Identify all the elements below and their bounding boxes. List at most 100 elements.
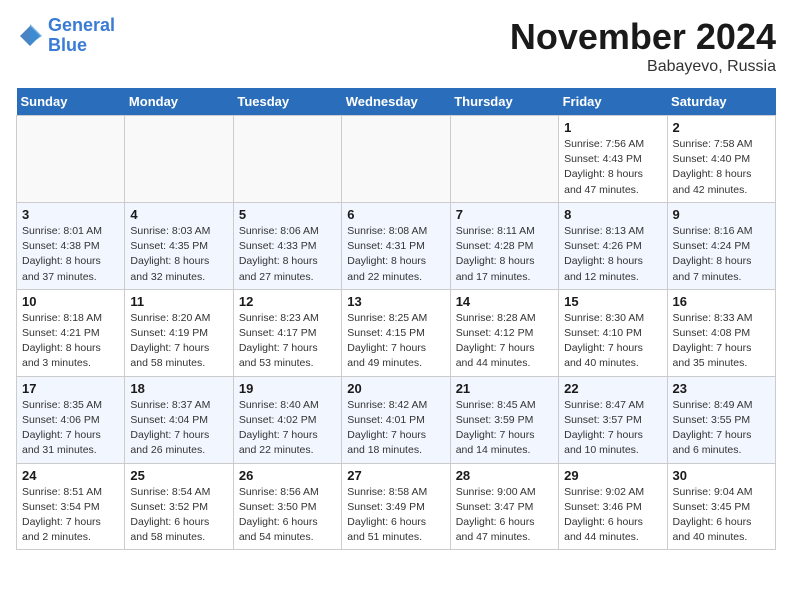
day-info: Sunrise: 8:08 AMSunset: 4:31 PMDaylight:… bbox=[347, 224, 444, 285]
calendar-table: SundayMondayTuesdayWednesdayThursdayFrid… bbox=[16, 88, 776, 550]
day-info: Sunrise: 8:42 AMSunset: 4:01 PMDaylight:… bbox=[347, 398, 444, 459]
day-number: 4 bbox=[130, 207, 227, 222]
day-number: 17 bbox=[22, 381, 119, 396]
calendar-cell: 29Sunrise: 9:02 AMSunset: 3:46 PMDayligh… bbox=[559, 463, 667, 550]
calendar-cell: 9 Sunrise: 8:16 AMSunset: 4:24 PMDaylight… bbox=[667, 202, 775, 289]
calendar-cell: 22Sunrise: 8:47 AMSunset: 3:57 PMDayligh… bbox=[559, 376, 667, 463]
day-number: 27 bbox=[347, 468, 444, 483]
day-info: Sunrise: 8:45 AMSunset: 3:59 PMDaylight:… bbox=[456, 398, 553, 459]
day-info: Sunrise: 8:28 AMSunset: 4:12 PMDaylight:… bbox=[456, 311, 553, 372]
calendar-cell bbox=[17, 116, 125, 203]
day-number: 5 bbox=[239, 207, 336, 222]
logo-text: General Blue bbox=[48, 16, 115, 56]
day-info: Sunrise: 8:25 AMSunset: 4:15 PMDaylight:… bbox=[347, 311, 444, 372]
calendar-cell: 8 Sunrise: 8:13 AMSunset: 4:26 PMDaylight… bbox=[559, 202, 667, 289]
calendar-cell: 24Sunrise: 8:51 AMSunset: 3:54 PMDayligh… bbox=[17, 463, 125, 550]
day-info: Sunrise: 9:00 AMSunset: 3:47 PMDaylight:… bbox=[456, 485, 553, 546]
week-row-2: 3Sunrise: 8:01 AMSunset: 4:38 PMDaylight… bbox=[17, 202, 776, 289]
weekday-header-friday: Friday bbox=[559, 88, 667, 116]
day-info: Sunrise: 9:04 AMSunset: 3:45 PMDaylight:… bbox=[673, 485, 770, 546]
calendar-cell: 15Sunrise: 8:30 AMSunset: 4:10 PMDayligh… bbox=[559, 289, 667, 376]
calendar-cell: 20 Sunrise: 8:42 AMSunset: 4:01 PMDayligh… bbox=[342, 376, 450, 463]
day-number: 12 bbox=[239, 294, 336, 309]
calendar-cell: 14 Sunrise: 8:28 AMSunset: 4:12 PMDayligh… bbox=[450, 289, 558, 376]
day-info: Sunrise: 7:58 AMSunset: 4:40 PMDaylight:… bbox=[673, 137, 770, 198]
calendar-cell: 2 Sunrise: 7:58 AMSunset: 4:40 PMDaylight… bbox=[667, 116, 775, 203]
calendar-cell: 16Sunrise: 8:33 AMSunset: 4:08 PMDayligh… bbox=[667, 289, 775, 376]
day-info: Sunrise: 8:40 AMSunset: 4:02 PMDaylight:… bbox=[239, 398, 336, 459]
page-header: General Blue November 2024 Babayevo, Rus… bbox=[16, 16, 776, 76]
day-info: Sunrise: 8:56 AMSunset: 3:50 PMDaylight:… bbox=[239, 485, 336, 546]
calendar-body: 1 Sunrise: 7:56 AMSunset: 4:43 PMDaylight… bbox=[17, 116, 776, 550]
calendar-cell: 1 Sunrise: 7:56 AMSunset: 4:43 PMDaylight… bbox=[559, 116, 667, 203]
day-number: 9 bbox=[673, 207, 770, 222]
day-info: Sunrise: 8:06 AMSunset: 4:33 PMDaylight:… bbox=[239, 224, 336, 285]
calendar-cell: 5 Sunrise: 8:06 AMSunset: 4:33 PMDaylight… bbox=[233, 202, 341, 289]
week-row-4: 17Sunrise: 8:35 AMSunset: 4:06 PMDayligh… bbox=[17, 376, 776, 463]
day-number: 6 bbox=[347, 207, 444, 222]
month-title: November 2024 bbox=[510, 16, 776, 58]
day-number: 11 bbox=[130, 294, 227, 309]
day-number: 7 bbox=[456, 207, 553, 222]
day-info: Sunrise: 8:01 AMSunset: 4:38 PMDaylight:… bbox=[22, 224, 119, 285]
day-info: Sunrise: 8:58 AMSunset: 3:49 PMDaylight:… bbox=[347, 485, 444, 546]
day-number: 18 bbox=[130, 381, 227, 396]
calendar-cell: 18Sunrise: 8:37 AMSunset: 4:04 PMDayligh… bbox=[125, 376, 233, 463]
day-number: 8 bbox=[564, 207, 661, 222]
calendar-cell: 25Sunrise: 8:54 AMSunset: 3:52 PMDayligh… bbox=[125, 463, 233, 550]
calendar-cell: 3Sunrise: 8:01 AMSunset: 4:38 PMDaylight… bbox=[17, 202, 125, 289]
week-row-1: 1 Sunrise: 7:56 AMSunset: 4:43 PMDaylight… bbox=[17, 116, 776, 203]
weekday-row: SundayMondayTuesdayWednesdayThursdayFrid… bbox=[17, 88, 776, 116]
calendar-cell bbox=[125, 116, 233, 203]
day-info: Sunrise: 8:16 AMSunset: 4:24 PMDaylight:… bbox=[673, 224, 770, 285]
calendar-cell: 13 Sunrise: 8:25 AMSunset: 4:15 PMDayligh… bbox=[342, 289, 450, 376]
day-number: 2 bbox=[673, 120, 770, 135]
day-info: Sunrise: 8:03 AMSunset: 4:35 PMDaylight:… bbox=[130, 224, 227, 285]
day-info: Sunrise: 8:18 AMSunset: 4:21 PMDaylight:… bbox=[22, 311, 119, 372]
weekday-header-monday: Monday bbox=[125, 88, 233, 116]
logo-icon bbox=[16, 22, 44, 50]
day-number: 15 bbox=[564, 294, 661, 309]
calendar-cell: 12 Sunrise: 8:23 AMSunset: 4:17 PMDayligh… bbox=[233, 289, 341, 376]
day-number: 20 bbox=[347, 381, 444, 396]
calendar-cell: 30 Sunrise: 9:04 AMSunset: 3:45 PMDayligh… bbox=[667, 463, 775, 550]
day-number: 29 bbox=[564, 468, 661, 483]
day-info: Sunrise: 8:54 AMSunset: 3:52 PMDaylight:… bbox=[130, 485, 227, 546]
calendar-cell: 10Sunrise: 8:18 AMSunset: 4:21 PMDayligh… bbox=[17, 289, 125, 376]
location: Babayevo, Russia bbox=[510, 58, 776, 76]
day-number: 19 bbox=[239, 381, 336, 396]
calendar-cell: 21 Sunrise: 8:45 AMSunset: 3:59 PMDayligh… bbox=[450, 376, 558, 463]
calendar-cell: 28 Sunrise: 9:00 AMSunset: 3:47 PMDayligh… bbox=[450, 463, 558, 550]
day-info: Sunrise: 8:49 AMSunset: 3:55 PMDaylight:… bbox=[673, 398, 770, 459]
calendar-cell: 11Sunrise: 8:20 AMSunset: 4:19 PMDayligh… bbox=[125, 289, 233, 376]
calendar-cell: 4 Sunrise: 8:03 AMSunset: 4:35 PMDaylight… bbox=[125, 202, 233, 289]
title-block: November 2024 Babayevo, Russia bbox=[510, 16, 776, 76]
weekday-header-tuesday: Tuesday bbox=[233, 88, 341, 116]
calendar-cell bbox=[450, 116, 558, 203]
weekday-header-thursday: Thursday bbox=[450, 88, 558, 116]
day-number: 28 bbox=[456, 468, 553, 483]
weekday-header-wednesday: Wednesday bbox=[342, 88, 450, 116]
calendar-cell: 17Sunrise: 8:35 AMSunset: 4:06 PMDayligh… bbox=[17, 376, 125, 463]
day-number: 13 bbox=[347, 294, 444, 309]
day-number: 21 bbox=[456, 381, 553, 396]
calendar-cell: 27 Sunrise: 8:58 AMSunset: 3:49 PMDayligh… bbox=[342, 463, 450, 550]
day-info: Sunrise: 8:11 AMSunset: 4:28 PMDaylight:… bbox=[456, 224, 553, 285]
day-number: 30 bbox=[673, 468, 770, 483]
day-info: Sunrise: 8:13 AMSunset: 4:26 PMDaylight:… bbox=[564, 224, 661, 285]
day-number: 24 bbox=[22, 468, 119, 483]
calendar-cell bbox=[342, 116, 450, 203]
day-info: Sunrise: 7:56 AMSunset: 4:43 PMDaylight:… bbox=[564, 137, 661, 198]
day-info: Sunrise: 8:33 AMSunset: 4:08 PMDaylight:… bbox=[673, 311, 770, 372]
day-number: 23 bbox=[673, 381, 770, 396]
weekday-header-sunday: Sunday bbox=[17, 88, 125, 116]
day-number: 14 bbox=[456, 294, 553, 309]
day-info: Sunrise: 8:23 AMSunset: 4:17 PMDaylight:… bbox=[239, 311, 336, 372]
day-number: 22 bbox=[564, 381, 661, 396]
calendar-cell: 7 Sunrise: 8:11 AMSunset: 4:28 PMDaylight… bbox=[450, 202, 558, 289]
weekday-header-saturday: Saturday bbox=[667, 88, 775, 116]
calendar-cell: 19 Sunrise: 8:40 AMSunset: 4:02 PMDayligh… bbox=[233, 376, 341, 463]
week-row-5: 24Sunrise: 8:51 AMSunset: 3:54 PMDayligh… bbox=[17, 463, 776, 550]
logo: General Blue bbox=[16, 16, 115, 56]
day-number: 1 bbox=[564, 120, 661, 135]
